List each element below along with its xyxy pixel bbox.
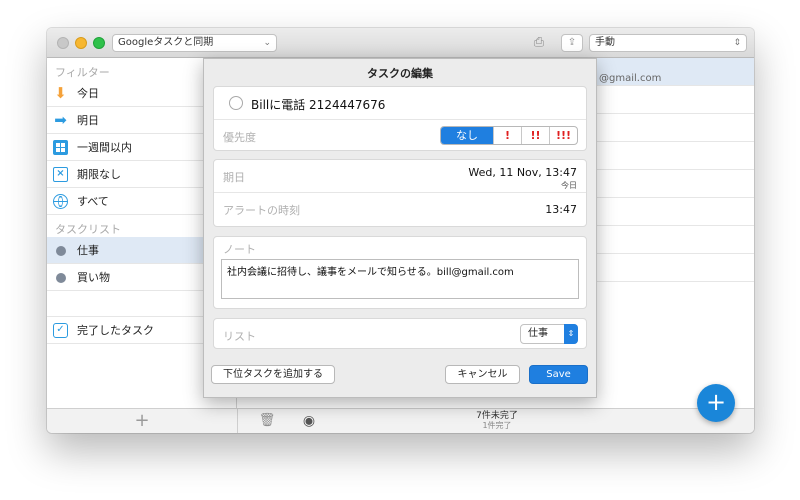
incomplete-count: 7件未完了 — [476, 411, 518, 421]
globe-icon — [53, 194, 68, 209]
add-subtask-button[interactable]: 下位タスクを追加する — [211, 365, 335, 384]
alarm-label: アラートの時刻 — [223, 204, 300, 217]
title-bar: Googleタスクと同期 ⌄ ⎙ ⇪ 手動 ⇕ — [47, 28, 754, 58]
task-count-status: 7件未完了 1件完了 — [447, 411, 547, 431]
priority-low-segment[interactable]: ! — [493, 127, 521, 144]
calendar-nodate-icon: × — [53, 167, 68, 182]
note-label: ノート — [223, 243, 256, 256]
task-complete-checkbox[interactable] — [229, 96, 243, 110]
task-row-text: @gmail.com — [599, 73, 662, 84]
sidebar-item-label: すべて — [77, 195, 109, 208]
priority-high-segment[interactable]: !!! — [549, 127, 577, 144]
arrow-down-icon: ⬇ — [54, 84, 67, 102]
alarm-row[interactable]: アラートの時刻 13:47 — [214, 192, 586, 224]
sidebar-item-label: 明日 — [77, 114, 99, 127]
up-down-chevron-icon: ⇕ — [564, 324, 578, 344]
sidebar-item-label: 一週間以内 — [77, 141, 132, 154]
priority-medium-segment[interactable]: !! — [521, 127, 549, 144]
note-text-area[interactable]: 社内会議に招待し、議事をメールで知らせる。bill@gmail.com — [221, 259, 579, 299]
sidebar-item-label: 仕事 — [77, 244, 99, 257]
cancel-button[interactable]: キャンセル — [445, 365, 520, 384]
task-name-group: Billに電話 2124447676 優先度 なし ! !! !!! — [213, 86, 587, 151]
date-group: 期日 Wed, 11 Nov, 13:47 今日 アラートの時刻 13:47 — [213, 159, 587, 227]
add-list-button[interactable]: + — [127, 410, 157, 432]
add-task-button[interactable]: + — [697, 384, 735, 422]
list-select[interactable]: 仕事 ⇕ — [520, 324, 578, 344]
priority-label: 優先度 — [223, 131, 256, 144]
sidebar-item-label: 期限なし — [77, 168, 121, 181]
share-icon[interactable]: ⇪ — [561, 34, 583, 52]
due-date-row[interactable]: 期日 Wed, 11 Nov, 13:47 今日 — [214, 160, 586, 192]
minimize-window-button[interactable] — [75, 37, 87, 49]
sort-popup-button[interactable]: 手動 ⇕ — [589, 34, 747, 52]
list-label: リスト — [223, 330, 256, 343]
task-title-field[interactable]: Billに電話 2124447676 — [251, 96, 385, 113]
chevron-down-icon: ⌄ — [263, 38, 271, 48]
sort-popup-label: 手動 — [595, 37, 615, 48]
priority-segmented-control[interactable]: なし ! !! !!! — [440, 126, 578, 145]
printer-icon[interactable]: ⎙ — [529, 34, 549, 52]
sidebar-item-label: 買い物 — [77, 271, 110, 284]
zoom-window-button[interactable] — [93, 37, 105, 49]
sync-popup-label: Googleタスクと同期 — [118, 37, 214, 48]
sidebar-item-label: 完了したタスク — [77, 324, 154, 337]
priority-row: 優先度 なし ! !! !!! — [214, 119, 586, 151]
bottom-bar-divider — [237, 409, 238, 433]
trash-icon[interactable]: 🗑 — [257, 412, 277, 430]
dot-icon — [56, 273, 66, 283]
up-down-chevron-icon: ⇕ — [733, 38, 741, 48]
sheet-title: タスクの編集 — [367, 67, 433, 80]
list-select-value: 仕事 — [528, 328, 548, 339]
sync-popup-button[interactable]: Googleタスクと同期 ⌄ — [112, 34, 277, 52]
complete-count: 1件完了 — [482, 421, 512, 430]
arrow-right-icon: ➡ — [54, 111, 67, 129]
bottom-bar: + 🗑 ◉ 7件未完了 1件完了 — [47, 408, 754, 433]
calendar-week-icon — [53, 140, 68, 155]
dot-icon — [56, 246, 66, 256]
due-date-value[interactable]: Wed, 11 Nov, 13:47 — [468, 166, 577, 179]
save-button[interactable]: Save — [529, 365, 588, 384]
sidebar-item-label: 今日 — [77, 87, 99, 100]
priority-none-segment[interactable]: なし — [441, 127, 493, 144]
checkmark-icon: ✓ — [53, 323, 68, 338]
note-group: ノート 社内会議に招待し、議事をメールで知らせる。bill@gmail.com — [213, 236, 587, 309]
due-date-relative: 今日 — [561, 181, 577, 190]
list-group: リスト 仕事 ⇕ — [213, 318, 587, 349]
due-date-label: 期日 — [223, 171, 245, 184]
alarm-time-value[interactable]: 13:47 — [545, 203, 577, 216]
edit-task-sheet: タスクの編集 Billに電話 2124447676 優先度 なし ! !! !!… — [203, 58, 597, 398]
close-window-button[interactable] — [57, 37, 69, 49]
task-title-row: Billに電話 2124447676 — [214, 87, 586, 119]
eye-icon[interactable]: ◉ — [299, 413, 319, 429]
